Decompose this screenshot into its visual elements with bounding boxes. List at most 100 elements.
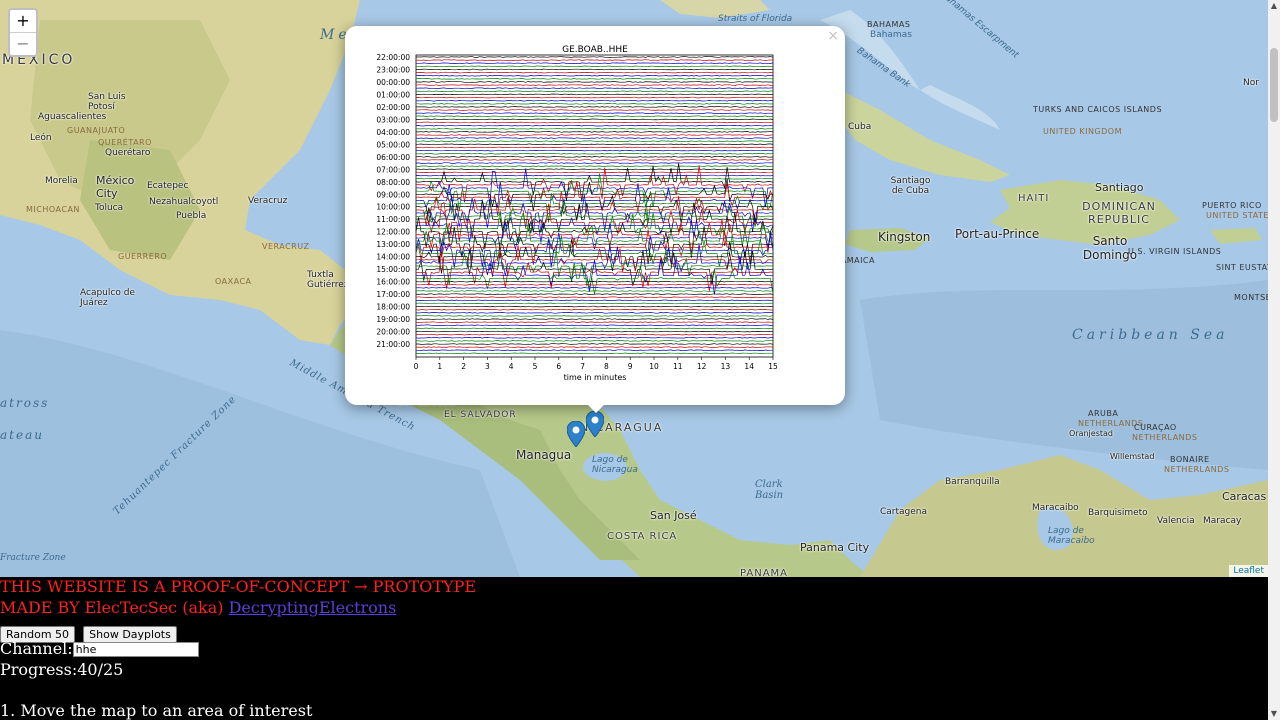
label-acapulco: Acapulco de Juárez <box>80 288 135 308</box>
label-el-salvador: EL SALVADOR <box>444 410 517 420</box>
label-nezahualcoyotl: Nezahualcoyotl <box>149 197 219 207</box>
scroll-down-icon[interactable]: ▼ <box>1268 708 1280 720</box>
label-willemstad: Willemstad <box>1110 452 1155 461</box>
y-tick-label: 09:00:00 <box>376 190 410 199</box>
label-san-luis-potosi: San Luis Potosí <box>88 92 126 112</box>
label-queretaro-state: QUERÉTARO <box>98 138 152 147</box>
prototype-notice: THIS WEBSITE IS A PROOF-OF-CONCEPT → PRO… <box>0 577 477 596</box>
label-dominican-republic: DOMINICAN REPUBLIC <box>1082 200 1156 226</box>
label-us-virgin-islands: U.S. VIRGIN ISLANDS <box>1128 247 1222 256</box>
y-tick-label: 16:00:00 <box>376 278 410 287</box>
chart-title: GE.BOAB..HHE <box>562 45 628 55</box>
label-cartagena: Cartagena <box>880 507 928 517</box>
zoom-control: + − <box>8 8 38 57</box>
chart-xlabel: time in minutes <box>564 373 627 382</box>
author-credit: MADE BY ElecTecSec (aka) DecryptingElect… <box>0 598 396 617</box>
label-queretaro-city: Querétaro <box>105 148 151 158</box>
y-tick-label: 06:00:00 <box>376 153 410 162</box>
y-tick-label: 12:00:00 <box>376 228 410 237</box>
y-tick-label: 19:00:00 <box>376 315 410 324</box>
station-marker-1[interactable] <box>567 421 585 447</box>
label-michoacan: MICHOACAN <box>26 205 80 214</box>
page-scrollbar[interactable]: ▲ ▼ <box>1268 0 1280 720</box>
x-tick-label: 3 <box>485 362 490 371</box>
label-bahamas: BAHAMAS <box>867 20 911 29</box>
label-veracruz-city: Veracruz <box>248 196 288 206</box>
label-santiago: Santiago <box>1095 181 1144 194</box>
y-tick-label: 07:00:00 <box>376 165 410 174</box>
label-montserrat: MONTSERRAT <box>1234 293 1268 302</box>
label-guanajuato: GUANAJUATO <box>67 126 126 135</box>
label-lago-maracaibo: Lago de Maracaibo <box>1048 526 1095 546</box>
x-tick-label: 4 <box>509 362 514 371</box>
x-tick-label: 7 <box>580 362 585 371</box>
zoom-in-button[interactable]: + <box>10 10 36 32</box>
station-marker-2[interactable] <box>586 411 604 437</box>
label-clark-basin: Clark Basin <box>755 479 784 501</box>
y-tick-label: 15:00:00 <box>376 265 410 274</box>
y-tick-label: 22:00:00 <box>376 53 410 62</box>
label-managua: Managua <box>516 448 572 462</box>
y-tick-label: 23:00:00 <box>376 65 410 74</box>
label-veracruz-state: VERACRUZ <box>262 242 310 251</box>
y-tick-label: 03:00:00 <box>376 115 410 124</box>
x-tick-label: 12 <box>697 362 707 371</box>
label-sint-eustatius: SINT EUSTATIUS <box>1216 263 1268 272</box>
y-tick-label: 11:00:00 <box>376 215 410 224</box>
x-tick-label: 11 <box>673 362 683 371</box>
label-puerto-rico: PUERTO RICO <box>1202 201 1262 210</box>
x-tick-label: 14 <box>744 362 754 371</box>
channel-input[interactable] <box>72 642 199 657</box>
label-curacao: CURAÇAO <box>1134 423 1177 432</box>
zoom-out-button[interactable]: − <box>10 32 36 55</box>
label-oaxaca: OAXACA <box>215 277 252 286</box>
label-caribbean-sea: Caribbean Sea <box>1072 327 1229 343</box>
y-tick-label: 13:00:00 <box>376 240 410 249</box>
popup-close-button[interactable]: × <box>827 28 839 44</box>
y-tick-label: 21:00:00 <box>376 340 410 349</box>
y-tick-label: 00:00:00 <box>376 78 410 87</box>
x-tick-label: 2 <box>461 362 466 371</box>
y-tick-label: 14:00:00 <box>376 253 410 262</box>
x-tick-label: 5 <box>533 362 538 371</box>
label-caracas: Caracas <box>1222 490 1267 503</box>
label-panama-city: Panama City <box>800 541 870 554</box>
y-tick-label: 20:00:00 <box>376 328 410 337</box>
x-tick-label: 0 <box>414 362 419 371</box>
x-tick-label: 8 <box>604 362 609 371</box>
y-tick-group: 22:00:00 23:00:00 00:00:00 01:00:00 02:00:00… <box>376 53 410 349</box>
made-by-text: MADE BY ElecTecSec (aka) <box>0 598 229 617</box>
control-panel: THIS WEBSITE IS A PROOF-OF-CONCEPT → PRO… <box>0 577 1268 720</box>
label-haiti: HAITI <box>1018 193 1050 204</box>
label-costa-rica: COSTA RICA <box>607 531 678 542</box>
label-leon: León <box>30 133 52 143</box>
label-plateau: ateau <box>0 428 44 442</box>
author-link[interactable]: DecryptingElectrons <box>229 598 397 617</box>
label-albatross: atross <box>0 396 50 410</box>
label-united-states: UNITED STATES <box>1206 211 1268 220</box>
label-port-au-prince: Port-au-Prince <box>955 227 1040 241</box>
label-santiago-de-cuba: Santiago de Cuba <box>890 176 931 196</box>
scroll-up-icon[interactable]: ▲ <box>1268 0 1280 12</box>
y-tick-label: 05:00:00 <box>376 140 410 149</box>
label-aguascalientes: Aguascalientes <box>38 112 107 122</box>
label-oranjestad: Oranjestad <box>1069 429 1113 438</box>
label-north: Nor <box>1243 78 1259 88</box>
label-panama: PANAMA <box>740 568 789 577</box>
x-tick-label: 1 <box>437 362 442 371</box>
map[interactable]: MEXICO San Luis Potosí Aguascalientes GU… <box>0 0 1268 577</box>
label-ecatepec: Ecatepec <box>147 181 189 191</box>
map-attribution[interactable]: Leaflet <box>1229 565 1268 577</box>
label-puebla: Puebla <box>176 211 207 221</box>
scroll-thumb[interactable] <box>1270 48 1278 122</box>
label-maracay: Maracay <box>1203 516 1242 526</box>
x-tick-group: 0 1 2 3 4 5 6 7 8 9 10 11 12 13 14 15 <box>414 357 778 371</box>
y-tick-label: 04:00:00 <box>376 128 410 137</box>
label-barquisimeto: Barquisimeto <box>1088 508 1148 518</box>
instruction-step-1: 1. Move the map to an area of interest <box>0 701 313 720</box>
label-lago-nicaragua: Lago de Nicaragua <box>592 455 638 475</box>
label-united-kingdom: UNITED KINGDOM <box>1043 127 1122 136</box>
label-valencia: Valencia <box>1157 516 1195 526</box>
channel-label: Channel: <box>0 639 73 658</box>
x-tick-label: 10 <box>649 362 659 371</box>
